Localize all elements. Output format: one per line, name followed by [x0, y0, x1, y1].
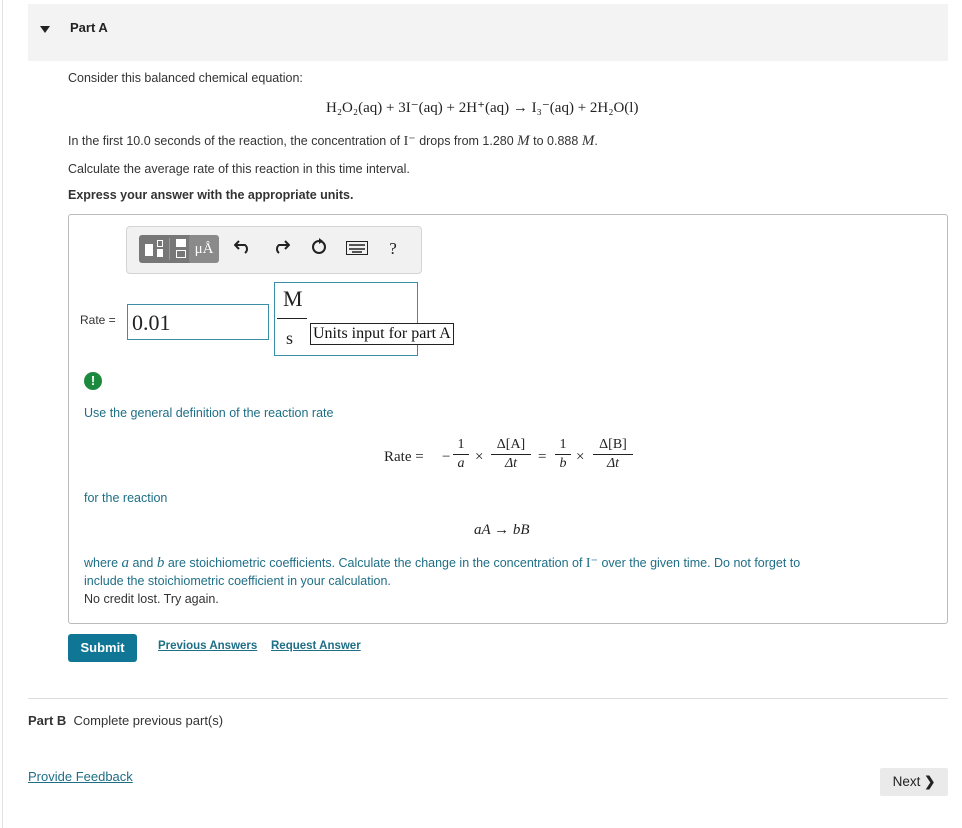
no-credit-text: No credit lost. Try again.: [84, 592, 219, 606]
undo-icon[interactable]: [231, 235, 255, 263]
explanation-tail: over the given time. Do not forget to: [601, 556, 801, 570]
units-denominator[interactable]: s: [286, 328, 293, 349]
frac4-den: Δt: [606, 456, 620, 471]
part-b-label: Part B: [28, 713, 67, 728]
frac4-num: Δ[B]: [599, 437, 627, 452]
alert-icon: !: [84, 372, 102, 390]
divider: [28, 698, 948, 699]
instruction-text: Express your answer with the appropriate…: [68, 188, 354, 202]
for-reaction-text: for the reaction: [84, 491, 168, 505]
frac3-den: b: [559, 456, 567, 471]
frac2-num: Δ[A]: [496, 437, 526, 452]
rate-label: Rate =: [80, 313, 116, 327]
explanation-a: a: [121, 555, 130, 571]
equals-sign: =: [538, 449, 547, 465]
fraction-delta-b: Δ[B] Δt: [593, 437, 633, 472]
help-icon[interactable]: ?: [381, 235, 405, 263]
previous-answers-link[interactable]: Previous Answers: [158, 640, 257, 652]
explanation-where: where: [84, 556, 119, 570]
frac1-den: a: [457, 456, 465, 471]
sentence-to: to 0.888: [533, 134, 579, 148]
part-b-row: Part B Complete previous part(s): [28, 713, 223, 728]
left-rule: [2, 0, 3, 828]
times-sign: ×: [475, 449, 484, 465]
sentence-species: I⁻: [403, 134, 416, 149]
explanation-line-2: include the stoichiometric coefficient i…: [84, 574, 391, 588]
units-icon[interactable]: μÅ: [189, 235, 219, 263]
frac3-num: 1: [559, 437, 567, 452]
collapse-caret-icon[interactable]: [40, 26, 50, 33]
units-numerator[interactable]: M: [283, 286, 303, 312]
sentence-mid: drops from 1.280: [419, 134, 514, 148]
intro-text: Consider this balanced chemical equation…: [68, 71, 303, 85]
explanation-and: and: [132, 556, 154, 570]
times-sign-2: ×: [576, 449, 585, 465]
next-label: Next: [892, 774, 921, 789]
part-b-status: Complete previous part(s): [73, 713, 224, 728]
rate-word: Rate =: [384, 449, 424, 465]
fraction-1-over-b: 1b: [555, 437, 571, 472]
explanation-b: b: [156, 555, 165, 571]
explanation-species: I⁻: [585, 556, 598, 571]
rate-value-input[interactable]: 0.01: [127, 304, 269, 340]
part-a-label: Part A: [70, 20, 108, 35]
redo-icon[interactable]: [269, 235, 293, 263]
part-a-header[interactable]: Part A: [28, 4, 948, 61]
provide-feedback-link[interactable]: Provide Feedback: [28, 769, 133, 784]
request-answer-link[interactable]: Request Answer: [271, 640, 361, 652]
problem-sentence: In the first 10.0 seconds of the reactio…: [68, 133, 598, 150]
sentence-pre: In the first 10.0 seconds of the reactio…: [68, 134, 401, 148]
explanation-line-1: where a and b are stoichiometric coeffic…: [84, 555, 800, 572]
math-toolbar: μÅ ?: [126, 226, 422, 274]
explanation-body: are stoichiometric coefficients. Calcula…: [167, 556, 583, 570]
sentence-unit1: M: [517, 133, 530, 149]
sentence-end: .: [594, 134, 598, 148]
keyboard-icon[interactable]: [343, 235, 371, 263]
units-tooltip: Units input for part A: [310, 323, 454, 345]
units-fraction-bar: [277, 318, 307, 319]
task-text: Calculate the average rate of this react…: [68, 162, 410, 176]
submit-button[interactable]: Submit: [68, 634, 137, 662]
chevron-right-icon: ❯: [924, 774, 936, 789]
fraction-1-over-a: 1a: [453, 437, 469, 472]
reset-icon[interactable]: [307, 235, 331, 263]
next-button[interactable]: Next ❯: [880, 768, 948, 796]
hint-title: Use the general definition of the reacti…: [84, 406, 334, 420]
fraction-delta-a: Δ[A] Δt: [491, 437, 531, 472]
frac2-den: Δt: [504, 456, 518, 471]
sentence-unit2: M: [581, 133, 595, 149]
templates-icon[interactable]: [139, 235, 193, 263]
general-reaction: aA → bB: [474, 522, 530, 538]
frac1-num: 1: [457, 437, 465, 452]
minus-sign: −: [442, 449, 451, 465]
chemical-equation: H₂O₂(aq) + 3I⁻(aq) + 2H⁺(aq) → I₃⁻(aq) +…: [326, 100, 639, 116]
